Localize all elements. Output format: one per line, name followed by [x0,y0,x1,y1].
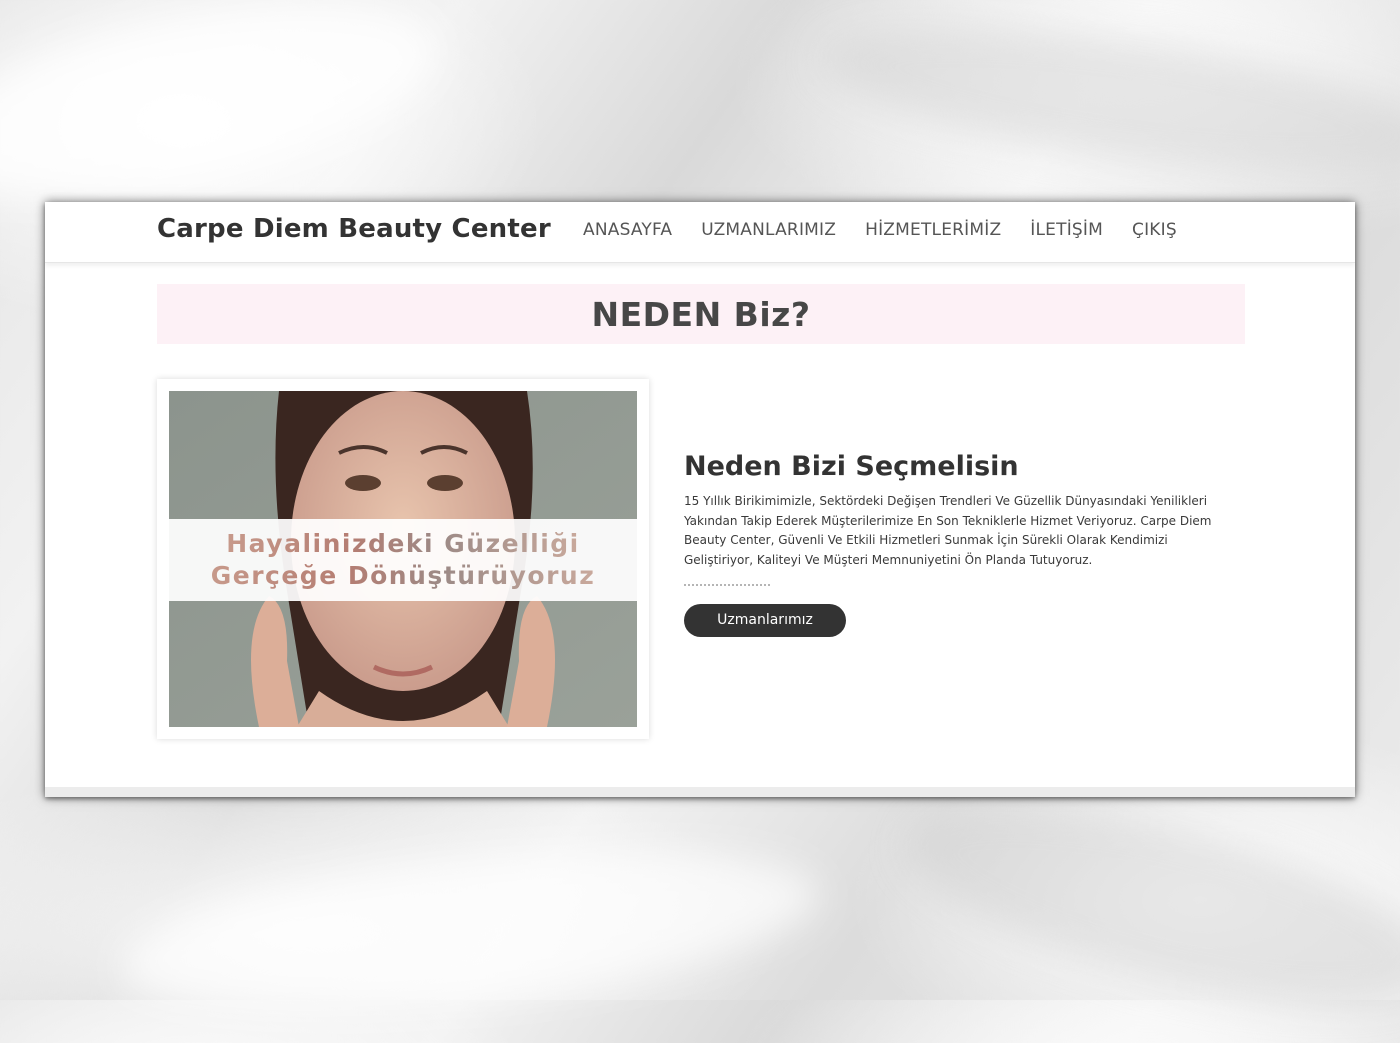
nav-link-cikis[interactable]: ÇIKIŞ [1132,220,1177,240]
feature-photo: Hayalinizdeki Güzelliği Gerçeğe Dönüştür… [169,391,637,727]
brand-logo-link[interactable]: Carpe Diem Beauty Center [157,214,551,244]
navbar: Carpe Diem Beauty Center ANASAYFA UZMANL… [45,202,1355,263]
nav-link-iletisim[interactable]: İLETİŞİM [1030,220,1103,240]
website-screenshot: Carpe Diem Beauty Center ANASAYFA UZMANL… [45,202,1355,797]
nav-link-anasayfa[interactable]: ANASAYFA [583,220,672,240]
background-fold [0,0,451,233]
footer-strip [45,787,1355,797]
image-caption-line-1: Hayalinizdeki Güzelliği [226,529,580,558]
image-caption-line-2: Gerçeğe Dönüştürüyoruz [210,561,596,590]
feature-image-frame: Hayalinizdeki Güzelliği Gerçeğe Dönüştür… [157,379,649,739]
background-fold [814,0,1400,203]
background-fold [889,766,1400,1043]
experts-button[interactable]: Uzmanlarımız [684,604,846,637]
section-banner: NEDEN Biz? [157,284,1245,344]
why-us-description: 15 Yıllık Birikimimizle, Sektördeki Deği… [684,494,1212,567]
dotted-divider [684,584,770,586]
why-us-heading: Neden Bizi Seçmelisin [684,451,1019,482]
why-us-section: Neden Bizi Seçmelisin 15 Yıllık Birikimi… [684,451,1244,637]
nav-link-hizmetlerimiz[interactable]: HİZMETLERİMİZ [865,220,1001,240]
nav-link-uzmanlarimiz[interactable]: UZMANLARIMIZ [701,220,836,240]
nav-menu: ANASAYFA UZMANLARIMIZ HİZMETLERİMİZ İLET… [583,220,1206,240]
image-caption-strip: Hayalinizdeki Güzelliği Gerçeğe Dönüştür… [169,519,637,601]
background-fold [114,823,826,1037]
section-title: NEDEN Biz? [591,294,811,334]
